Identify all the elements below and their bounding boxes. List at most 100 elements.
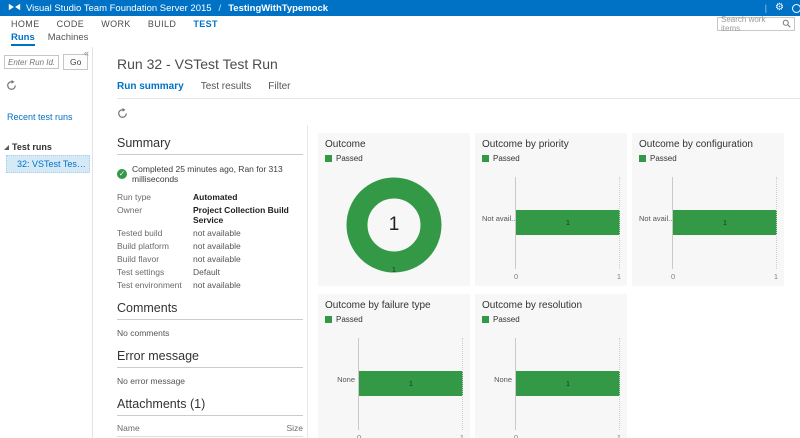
tab-runs[interactable]: Runs [11, 32, 35, 46]
attachments-table-header: Name Size [117, 423, 303, 437]
chart-legend: Passed [325, 315, 463, 324]
run-status-text: Completed 25 minutes ago, Ran for 313 mi… [132, 164, 303, 184]
column-size: Size [286, 423, 303, 433]
chart-card-resolution: Outcome by resolution Passed None 1 0 1 [475, 294, 627, 438]
nav-item-test[interactable]: TEST [193, 19, 218, 29]
x-tick-0: 0 [671, 272, 675, 281]
legend-swatch-passed [325, 155, 332, 162]
topbar-divider: | [765, 3, 767, 14]
collapse-sidebar-icon[interactable]: « [84, 48, 89, 58]
chart-legend: Passed [639, 154, 777, 163]
x-tick-0: 0 [357, 433, 361, 438]
x-tick-1: 1 [617, 272, 621, 281]
tree-expanded-icon [4, 145, 9, 150]
chart-legend: Passed [325, 154, 463, 163]
tab-test-results[interactable]: Test results [201, 81, 252, 92]
summary-field-owner: Owner Project Collection Build Service [117, 205, 303, 225]
no-comments-text: No comments [117, 328, 303, 338]
outcome-donut-chart[interactable]: 1 1 [340, 171, 448, 279]
resolution-bar-chart[interactable]: None 1 0 1 [482, 338, 620, 430]
passed-bar[interactable]: 1 [516, 210, 620, 235]
plot-area: 1 0 1 [672, 177, 777, 269]
category-label: Not avail... [482, 177, 515, 269]
project-name[interactable]: TestingWithTypemock [228, 3, 328, 14]
chart-legend: Passed [482, 315, 620, 324]
sub-nav: Runs Machines [0, 32, 800, 47]
summary-field-build-flavor: Build flavor not available [117, 254, 303, 264]
chart-title: Outcome by configuration [639, 139, 777, 150]
tree-root-label: Test runs [12, 142, 52, 152]
sidebar: « Go Recent test runs Test runs 32: VSTe… [0, 47, 93, 438]
column-name: Name [117, 423, 140, 433]
x-tick-0: 0 [514, 272, 518, 281]
search-placeholder: Search work items [721, 15, 782, 33]
passed-bar[interactable]: 1 [516, 371, 620, 396]
donut-total-label: 1 [340, 171, 448, 279]
chart-legend: Passed [482, 154, 620, 163]
recent-test-runs-link[interactable]: Recent test runs [7, 112, 92, 122]
visual-studio-logo [8, 2, 21, 15]
gear-icon[interactable]: ⚙ [775, 3, 784, 13]
top-bar: Visual Studio Team Foundation Server 201… [0, 0, 800, 16]
summary-field-tested-build: Tested build not available [117, 228, 303, 238]
chart-title: Outcome by resolution [482, 300, 620, 311]
nav-item-home[interactable]: HOME [11, 19, 40, 29]
hub-nav: HOME CODE WORK BUILD TEST Search work it… [0, 16, 800, 32]
completed-check-icon: ✓ [117, 169, 127, 179]
plot-area: 1 0 1 [515, 177, 620, 269]
error-message-header: Error message [117, 349, 303, 368]
x-tick-1: 1 [460, 433, 464, 438]
legend-swatch-passed [482, 316, 489, 323]
test-runs-tree-root[interactable]: Test runs [4, 142, 92, 152]
comments-header: Comments [117, 301, 303, 320]
donut-slice-label: 1 [340, 267, 448, 274]
plot-area: 1 0 1 [358, 338, 463, 430]
refresh-icon[interactable] [6, 78, 17, 96]
breadcrumb-separator: / [219, 3, 222, 14]
main-content: Run 32 - VSTest Test Run Run summary Tes… [93, 47, 800, 438]
product-name: Visual Studio Team Foundation Server 201… [26, 3, 212, 14]
no-error-text: No error message [117, 376, 303, 386]
x-tick-1: 1 [774, 272, 778, 281]
chart-title: Outcome by failure type [325, 300, 463, 311]
summary-field-build-platform: Build platform not available [117, 241, 303, 251]
summary-header: Summary [117, 136, 303, 155]
attachments-header: Attachments (1) [117, 397, 303, 416]
refresh-icon[interactable] [117, 106, 128, 124]
summary-field-test-settings: Test settings Default [117, 267, 303, 277]
user-icon[interactable] [792, 4, 800, 13]
charts-area: Outcome Passed 1 1 Outcome b [308, 125, 800, 438]
nav-item-work[interactable]: WORK [101, 19, 131, 29]
run-id-input[interactable] [4, 55, 59, 69]
search-icon[interactable] [782, 19, 791, 30]
legend-swatch-passed [325, 316, 332, 323]
configuration-bar-chart[interactable]: Not avail... 1 0 1 [639, 177, 777, 269]
failure-type-bar-chart[interactable]: None 1 0 1 [325, 338, 463, 430]
selected-test-run-item[interactable]: 32: VSTest Test Run Ch... [6, 155, 90, 173]
chart-card-priority: Outcome by priority Passed Not avail... … [475, 133, 627, 286]
chart-card-outcome: Outcome Passed 1 1 [318, 133, 470, 286]
chart-title: Outcome [325, 139, 463, 150]
search-input[interactable]: Search work items [717, 17, 795, 31]
passed-bar[interactable]: 1 [359, 371, 463, 396]
chart-title: Outcome by priority [482, 139, 620, 150]
tab-filter[interactable]: Filter [268, 81, 290, 92]
category-label: None [482, 338, 515, 430]
chart-card-configuration: Outcome by configuration Passed Not avai… [632, 133, 784, 286]
legend-swatch-passed [482, 155, 489, 162]
run-tabs: Run summary Test results Filter [117, 81, 800, 99]
page-title: Run 32 - VSTest Test Run [117, 56, 800, 72]
category-label: None [325, 338, 358, 430]
x-tick-0: 0 [514, 433, 518, 438]
nav-item-build[interactable]: BUILD [148, 19, 177, 29]
passed-bar[interactable]: 1 [673, 210, 777, 235]
legend-swatch-passed [639, 155, 646, 162]
priority-bar-chart[interactable]: Not avail... 1 0 1 [482, 177, 620, 269]
tab-machines[interactable]: Machines [48, 32, 89, 47]
summary-field-run-type: Run type Automated [117, 192, 303, 202]
tab-run-summary[interactable]: Run summary [117, 81, 184, 92]
x-tick-1: 1 [617, 433, 621, 438]
chart-card-failure-type: Outcome by failure type Passed None 1 0 … [318, 294, 470, 438]
nav-item-code[interactable]: CODE [57, 19, 85, 29]
summary-field-test-environment: Test environment not available [117, 280, 303, 290]
